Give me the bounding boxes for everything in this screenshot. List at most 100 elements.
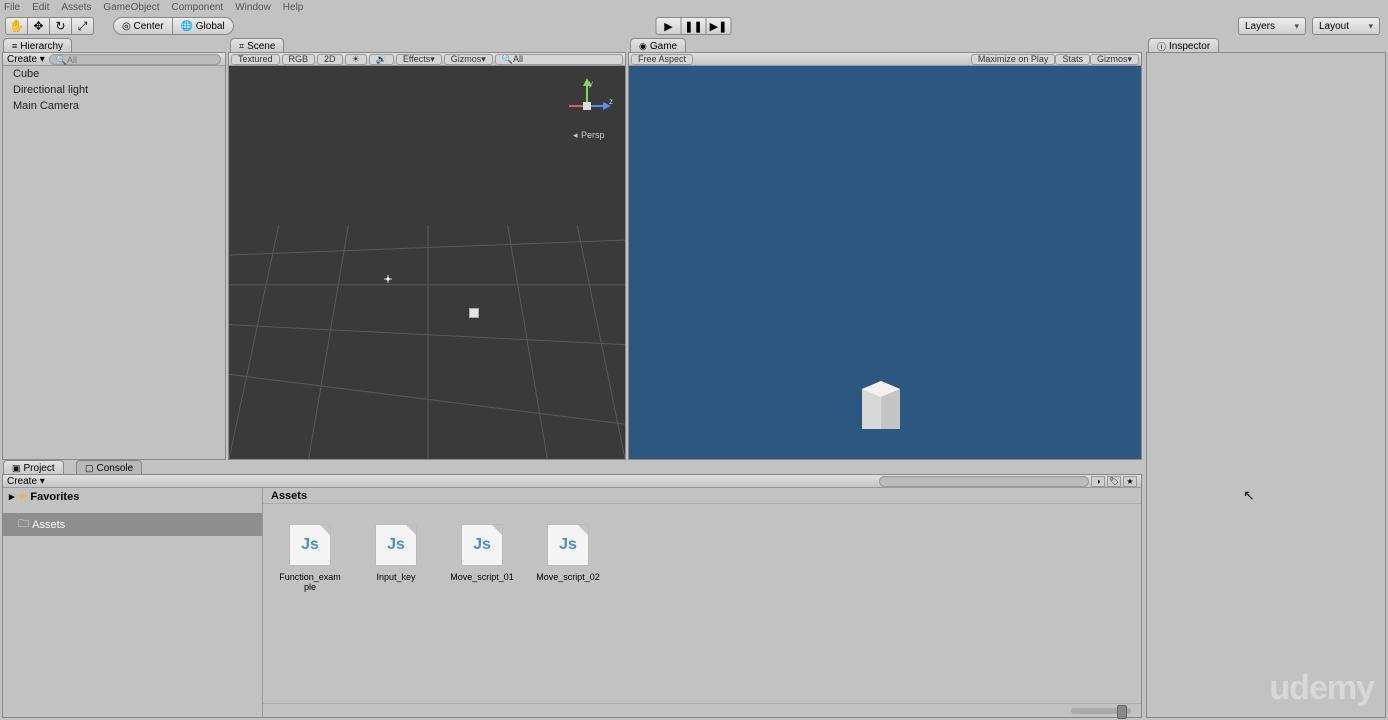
scene-cube-object[interactable] [469,308,479,318]
scene-2d[interactable]: 2D [317,54,343,65]
project-panel: Create ▾ ◑ 🏷 ★ ▸ ★ Favorites 🗀 Assets As… [2,474,1142,718]
project-create-label: Create [7,476,37,487]
hand-icon: ✋ [9,19,24,33]
project-create[interactable]: Create ▾ [7,476,45,487]
global-label: Global [196,21,225,32]
layout-dropdown[interactable]: Layout [1312,17,1380,35]
menu-file[interactable]: File [4,2,20,12]
scene-shading[interactable]: Textured [231,54,280,65]
script-icon: Js [461,524,503,566]
star-icon: ★ [18,490,28,503]
project-label-icon[interactable]: 🏷 [1107,476,1121,487]
hierarchy-toolbar: Create ▾ 🔍All [3,53,225,66]
project-footer [263,703,1141,717]
asset-function-example[interactable]: Js Function_example [277,524,343,592]
center-label: Center [134,21,164,32]
asset-input-key[interactable]: Js Input_key [363,524,429,582]
game-toolbar: Free Aspect Maximize on Play Stats Gizmo… [629,53,1141,66]
game-stats[interactable]: Stats [1055,54,1090,65]
game-view[interactable] [629,66,1141,459]
step-button[interactable]: ▶❚ [706,17,732,35]
menu-edit[interactable]: Edit [32,2,49,12]
scene-gizmos[interactable]: Gizmos ▾ [444,54,493,65]
layers-dropdown[interactable]: Layers [1238,17,1306,35]
tab-hierarchy[interactable]: ≡Hierarchy [3,38,72,53]
menu-component[interactable]: Component [172,2,224,12]
scene-icon: ⌗ [239,41,244,52]
project-search[interactable] [879,476,1089,487]
hierarchy-icon: ≡ [12,41,17,51]
hierarchy-create[interactable]: Create ▾ [7,54,45,65]
pivot-center[interactable]: ◎ Center [113,17,173,35]
watermark: udemy [1269,669,1374,708]
js-icon: Js [301,536,319,554]
project-toolbar: Create ▾ ◑ 🏷 ★ [3,475,1141,488]
cursor-icon: ↖ [1243,487,1255,504]
script-icon: Js [375,524,417,566]
asset-move-script-02[interactable]: Js Move_script_02 [535,524,601,582]
transform-tools: ✋ ✥ ↻ ⤢ [6,17,94,35]
pivot-global[interactable]: 🌐 Global [172,17,234,35]
menu-help[interactable]: Help [283,2,304,12]
inspector-panel [1146,52,1386,718]
rotate-icon: ↻ [55,19,65,33]
center-icon: ◎ [122,21,131,32]
create-label: Create [7,54,37,65]
svg-text:y: y [589,79,593,88]
scene-light-toggle[interactable]: ☀ [345,54,367,65]
scene-search[interactable]: 🔍All [495,54,623,65]
hierarchy-panel: Create ▾ 🔍All Cube Directional light Mai… [2,52,226,460]
layout-dropdowns: Layers Layout [1238,17,1380,35]
game-icon: ◉ [639,41,647,52]
asset-name: Move_script_01 [450,572,514,582]
asset-move-script-01[interactable]: Js Move_script_01 [449,524,515,582]
rotate-tool[interactable]: ↻ [49,17,72,35]
play-button[interactable]: ▶ [656,17,682,35]
hierarchy-item-cube[interactable]: Cube [3,66,225,82]
tab-game[interactable]: ◉Game [630,38,686,53]
menu-assets[interactable]: Assets [61,2,91,12]
toolbar: ✋ ✥ ↻ ⤢ ◎ Center 🌐 Global ▶ ❚❚ ▶❚ Layers… [0,16,1388,36]
tree-assets[interactable]: 🗀 Assets [3,513,262,536]
game-gizmos[interactable]: Gizmos ▾ [1090,54,1139,65]
orientation-gizmo[interactable]: y z ◂ Persp [559,76,615,146]
tab-scene[interactable]: ⌗Scene [230,38,284,53]
scene-light-gizmo[interactable] [384,274,392,282]
asset-name: Function_example [277,572,343,592]
game-maximize[interactable]: Maximize on Play [971,54,1056,65]
tab-inspector[interactable]: ⓘInspector [1148,38,1219,53]
svg-text:Persp: Persp [581,130,605,140]
tree-favorites[interactable]: ▸ ★ Favorites [3,488,262,505]
scene-view[interactable]: y z ◂ Persp [229,66,625,459]
project-filter-icon[interactable]: ◑ [1091,476,1105,487]
project-tree: ▸ ★ Favorites 🗀 Assets [3,488,263,717]
script-icon: Js [547,524,589,566]
assets-label: Assets [32,519,65,531]
tab-project[interactable]: ▣Project [3,460,64,475]
inspector-tab-label: Inspector [1169,41,1210,52]
project-tab-label: Project [24,463,55,474]
game-aspect[interactable]: Free Aspect [631,54,693,65]
scene-panel: Textured RGB 2D ☀ 🔊 Effects ▾ Gizmos ▾ 🔍… [228,52,626,460]
scene-audio-toggle[interactable]: 🔊 [369,54,394,65]
menu-gameobject[interactable]: GameObject [103,2,159,12]
scale-tool[interactable]: ⤢ [71,17,94,35]
hand-tool[interactable]: ✋ [5,17,28,35]
pause-button[interactable]: ❚❚ [681,17,707,35]
tree-spacer [3,505,262,513]
scene-rgb[interactable]: RGB [282,54,316,65]
project-star-icon[interactable]: ★ [1123,476,1137,487]
js-icon: Js [473,536,491,554]
project-content: Assets Js Function_example Js Input_key … [263,488,1141,717]
breadcrumb: Assets [263,488,1141,504]
icon-size-slider[interactable] [1071,708,1131,714]
tab-console[interactable]: ▢Console [76,460,142,475]
scene-effects[interactable]: Effects ▾ [396,54,442,65]
hierarchy-search[interactable]: 🔍All [49,54,221,65]
js-icon: Js [387,536,405,554]
menu-window[interactable]: Window [235,2,271,12]
scene-tab-label: Scene [247,41,275,52]
hierarchy-item-camera[interactable]: Main Camera [3,98,225,114]
hierarchy-item-light[interactable]: Directional light [3,82,225,98]
move-tool[interactable]: ✥ [27,17,50,35]
